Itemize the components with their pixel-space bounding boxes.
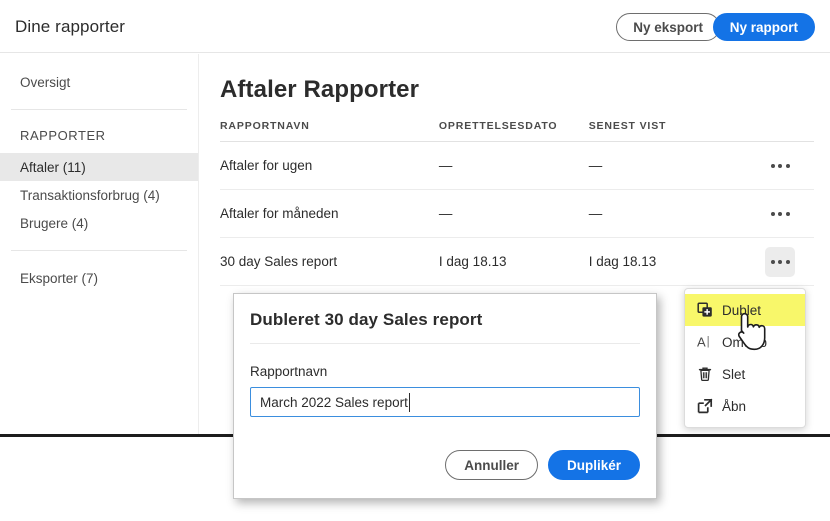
column-header-last-viewed[interactable]: SENEST VIST (588, 120, 742, 142)
text-caret (409, 393, 411, 412)
sidebar-divider-2 (11, 250, 187, 251)
menu-item-label: Slet (722, 366, 746, 382)
cell-report-name[interactable]: Aftaler for ugen (220, 141, 439, 190)
reports-table: RAPPORTNAVN OPRETTELSESDATO SENEST VIST … (220, 120, 814, 286)
sidebar-item-brugere[interactable]: Brugere (4) (0, 209, 198, 237)
dialog-divider (250, 343, 640, 344)
report-name-input[interactable] (260, 394, 630, 410)
menu-item-label: Omdøb (722, 334, 768, 350)
menu-item-label: Åbn (722, 398, 747, 414)
row-context-menu: Dublet A Omdøb Slet Åbn (684, 288, 806, 428)
trash-icon (696, 366, 713, 383)
menu-item-duplicate[interactable]: Dublet (685, 294, 805, 326)
cell-actions (741, 237, 814, 286)
duplicate-report-dialog: Dubleret 30 day Sales report Rapportnavn… (233, 293, 657, 499)
sidebar-item-aftaler[interactable]: Aftaler (11) (0, 153, 198, 181)
cell-report-name[interactable]: 30 day Sales report (220, 237, 439, 286)
column-header-name[interactable]: RAPPORTNAVN (220, 120, 439, 142)
sidebar-item-overview[interactable]: Oversigt (0, 68, 198, 96)
table-row[interactable]: 30 day Sales report I dag 18.13 I dag 18… (220, 237, 814, 286)
row-menu-button-active[interactable] (765, 246, 796, 277)
duplicate-button[interactable]: Duplikér (547, 450, 640, 480)
table-header-row: RAPPORTNAVN OPRETTELSESDATO SENEST VIST (220, 120, 814, 142)
row-menu-button[interactable] (765, 151, 795, 181)
cell-last-viewed: I dag 18.13 (588, 237, 742, 286)
rename-icon: A (696, 334, 713, 351)
row-menu-button[interactable] (765, 199, 795, 229)
menu-item-delete[interactable]: Slet (685, 358, 805, 390)
page-title: Dine rapporter (15, 17, 126, 36)
sidebar-item-eksporter[interactable]: Eksporter (7) (0, 264, 198, 292)
column-header-created[interactable]: OPRETTELSESDATO (438, 120, 589, 142)
table-row[interactable]: Aftaler for ugen — — (220, 141, 814, 190)
cell-actions (741, 141, 814, 190)
report-name-input-wrapper[interactable] (250, 387, 640, 417)
new-export-button[interactable]: Ny eksport (616, 13, 720, 41)
menu-item-open[interactable]: Åbn (685, 390, 805, 422)
duplicate-icon (696, 302, 713, 319)
table-row[interactable]: Aftaler for måneden — — (220, 189, 814, 238)
svg-text:A: A (697, 335, 706, 350)
cell-last-viewed: — (588, 141, 742, 190)
cancel-button[interactable]: Annuller (445, 450, 538, 480)
sidebar-divider-1 (11, 109, 187, 110)
cell-report-name[interactable]: Aftaler for måneden (220, 189, 439, 238)
dialog-actions: Annuller Duplikér (445, 450, 640, 480)
cell-created-date: — (438, 189, 589, 238)
cell-created-date: — (438, 141, 589, 190)
reports-page-heading: Aftaler Rapporter (220, 76, 420, 103)
sidebar: Oversigt RAPPORTER Aftaler (11) Transakt… (0, 54, 199, 434)
sidebar-item-transaktionsforbrug[interactable]: Transaktionsforbrug (4) (0, 181, 198, 209)
report-name-label: Rapportnavn (250, 364, 328, 379)
open-external-icon (696, 398, 713, 415)
cell-last-viewed: — (588, 189, 742, 238)
menu-item-label: Dublet (722, 302, 762, 318)
cell-created-date: I dag 18.13 (438, 237, 589, 286)
top-bar: Dine rapporter Ny eksport Ny rapport (0, 0, 830, 53)
column-header-actions (741, 120, 814, 142)
menu-item-rename[interactable]: A Omdøb (685, 326, 805, 358)
cell-actions (741, 189, 814, 238)
dialog-title: Dubleret 30 day Sales report (250, 310, 483, 329)
sidebar-section-reports: RAPPORTER (20, 127, 106, 143)
new-report-button[interactable]: Ny rapport (712, 13, 815, 41)
